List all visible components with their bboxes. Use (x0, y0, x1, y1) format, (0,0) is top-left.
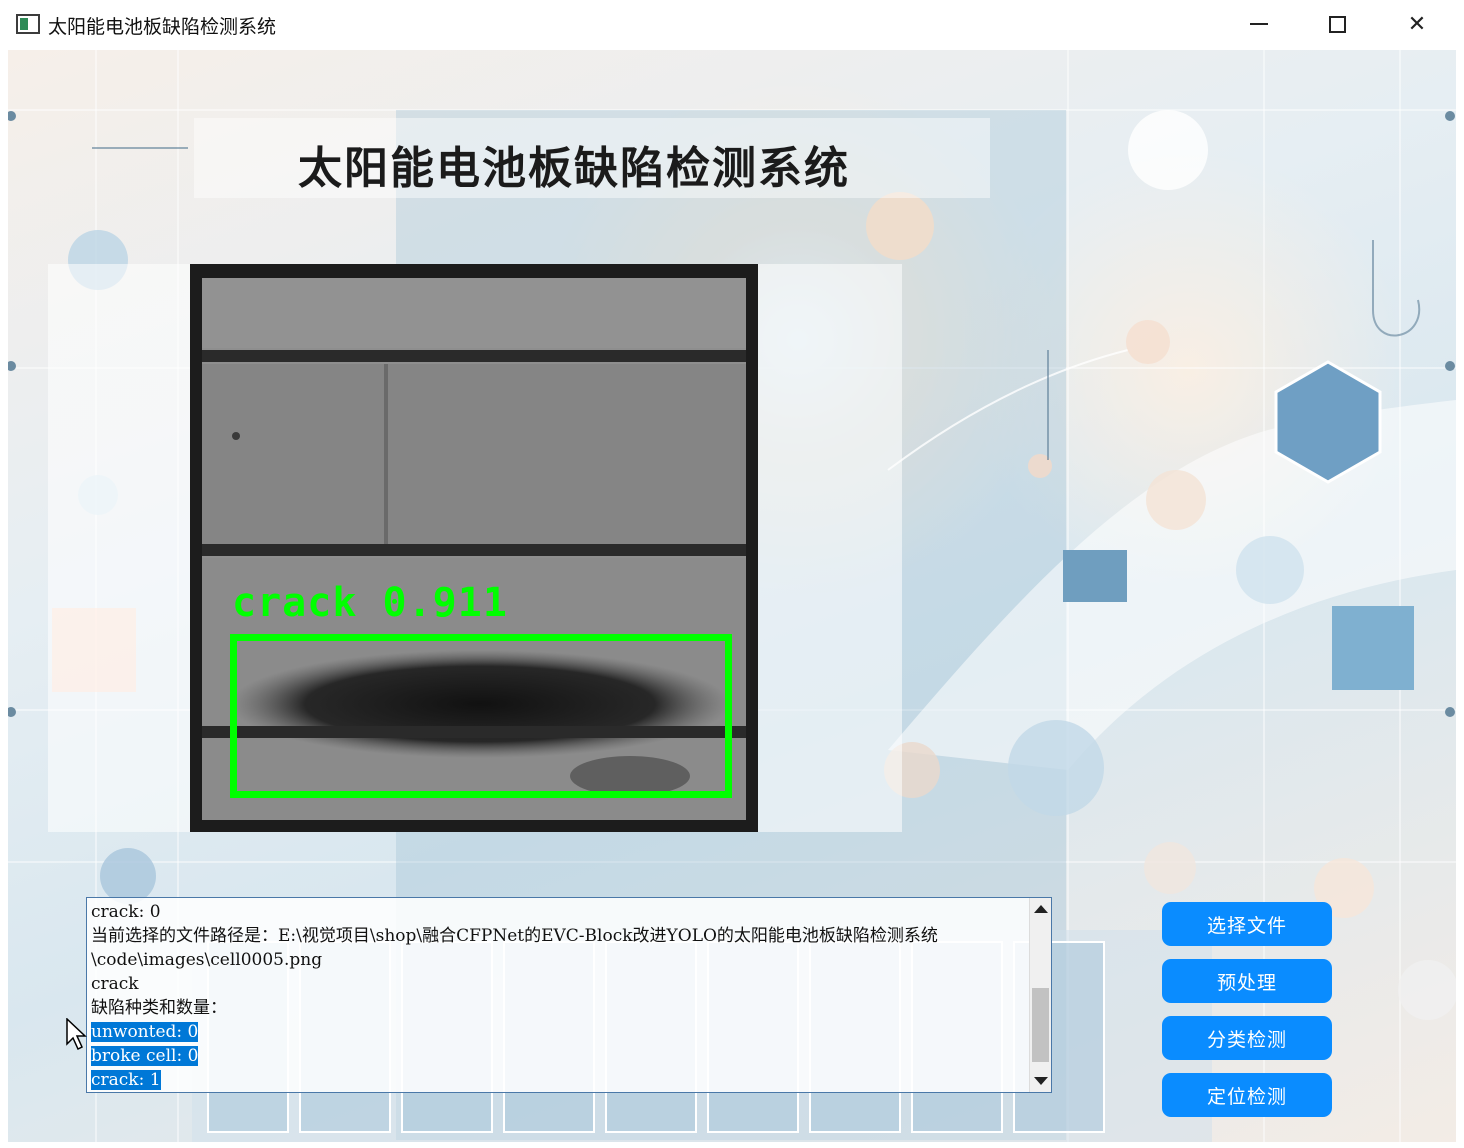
mouse-cursor-icon (66, 1018, 87, 1051)
main-panel: 太阳能电池板缺陷检测系统 crack 0.911 crack: 0 当前选择的文… (8, 50, 1456, 1142)
maximize-button[interactable] (1298, 0, 1376, 48)
scroll-down-icon (1034, 1077, 1048, 1085)
solar-cell-image: crack 0.911 (190, 264, 758, 832)
close-icon: ✕ (1407, 11, 1427, 37)
preprocess-button[interactable]: 预处理 (1162, 959, 1332, 1003)
close-button[interactable]: ✕ (1378, 0, 1456, 48)
select-file-button[interactable]: 选择文件 (1162, 902, 1332, 946)
title-bar[interactable]: 太阳能电池板缺陷检测系统 ✕ (0, 0, 1464, 50)
vertical-scrollbar[interactable] (1029, 898, 1051, 1092)
detection-bounding-box (230, 634, 732, 798)
log-line: 当前选择的文件路径是：E:\视觉项目\shop\融合CFPNet的EVC-Blo… (91, 926, 938, 970)
page-title: 太阳能电池板缺陷检测系统 (298, 143, 850, 194)
log-line: 缺陷种类和数量： (91, 998, 227, 1018)
app-icon (16, 14, 40, 34)
detection-label: crack 0.911 (232, 580, 508, 626)
log-line-selected: broke cell: 0 (91, 1046, 199, 1066)
scroll-thumb[interactable] (1032, 988, 1049, 1062)
log-content[interactable]: crack: 0 当前选择的文件路径是：E:\视觉项目\shop\融合CFPNe… (87, 898, 1031, 1092)
scroll-down-button[interactable] (1030, 1070, 1052, 1092)
locate-detect-button[interactable]: 定位检测 (1162, 1073, 1332, 1117)
minimize-icon (1250, 23, 1268, 25)
log-line: crack (91, 974, 139, 994)
app-window: 太阳能电池板缺陷检测系统 ✕ 太阳能电池板缺陷检测系统 crack 0.911 … (0, 0, 1464, 1148)
maximize-icon (1328, 15, 1346, 33)
window-title: 太阳能电池板缺陷检测系统 (48, 16, 277, 38)
classify-detect-button[interactable]: 分类检测 (1162, 1016, 1332, 1060)
scroll-up-icon (1034, 905, 1048, 913)
log-textarea[interactable]: crack: 0 当前选择的文件路径是：E:\视觉项目\shop\融合CFPNe… (86, 897, 1052, 1093)
scroll-up-button[interactable] (1030, 898, 1052, 920)
minimize-button[interactable] (1220, 0, 1298, 48)
log-line-selected: crack: 1 (91, 1070, 161, 1090)
log-line: crack: 0 (91, 902, 161, 922)
log-line-selected: unwonted: 0 (91, 1022, 199, 1042)
